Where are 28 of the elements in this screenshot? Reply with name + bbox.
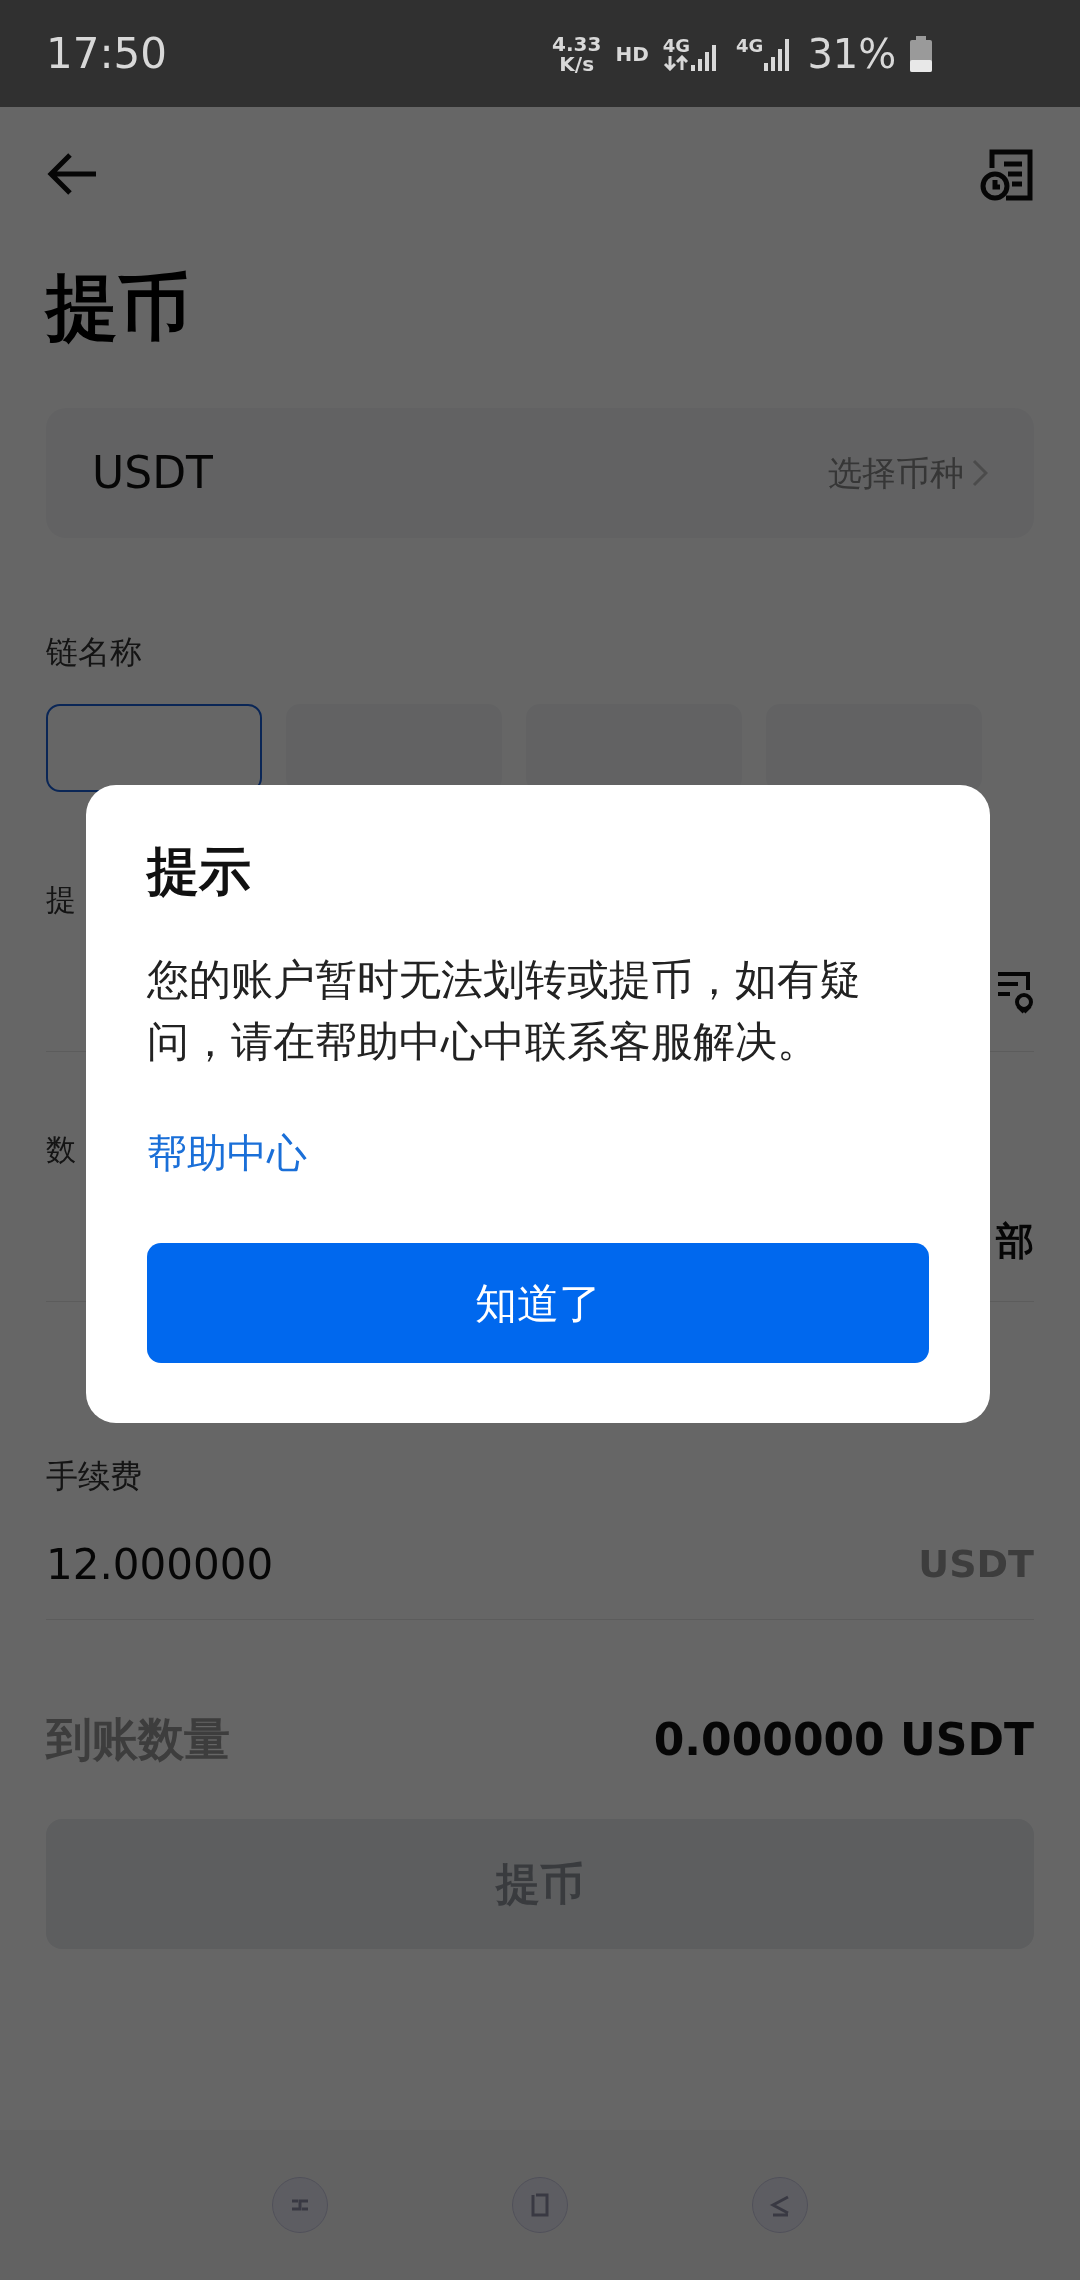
status-time: 17:50: [46, 28, 168, 80]
home-icon[interactable]: [512, 2177, 568, 2233]
dialog-title: 提示: [147, 845, 252, 897]
all-button[interactable]: 部: [996, 1213, 1034, 1270]
confirm-button[interactable]: 知道了: [147, 1243, 929, 1363]
network-type: 4G: [736, 36, 764, 55]
battery-icon: [910, 35, 933, 72]
dialog-message: 您的账户暂时无法划转或提币，如有疑问，请在帮助中心中联系客服解决。: [147, 954, 862, 1068]
battery-percent: 31%: [807, 29, 897, 79]
network-speed-unit: K/s: [559, 53, 595, 74]
help-center-link[interactable]: 帮助中心: [147, 1123, 307, 1183]
back-arrow-icon[interactable]: [46, 152, 98, 196]
network-speed: 4.33: [552, 33, 602, 54]
chevron-right-icon: [972, 459, 988, 487]
recent-apps-icon[interactable]: [272, 2177, 328, 2233]
amount-label: 数: [46, 1131, 76, 1169]
coin-name: USDT: [92, 446, 213, 500]
page-title: 提币: [46, 271, 191, 343]
chain-option[interactable]: [46, 704, 262, 792]
data-arrows-icon: [663, 54, 690, 71]
receive-amount: 0.000000 USDT: [653, 1712, 1034, 1767]
fee-label: 手续费: [46, 1456, 142, 1497]
address-label: 提: [46, 881, 76, 919]
network-type: 4G: [662, 36, 691, 55]
fee-value: 12.000000: [46, 1539, 274, 1591]
hd-label: HD: [615, 40, 649, 68]
chain-label: 链名称: [46, 632, 142, 673]
back-icon[interactable]: [752, 2177, 808, 2233]
